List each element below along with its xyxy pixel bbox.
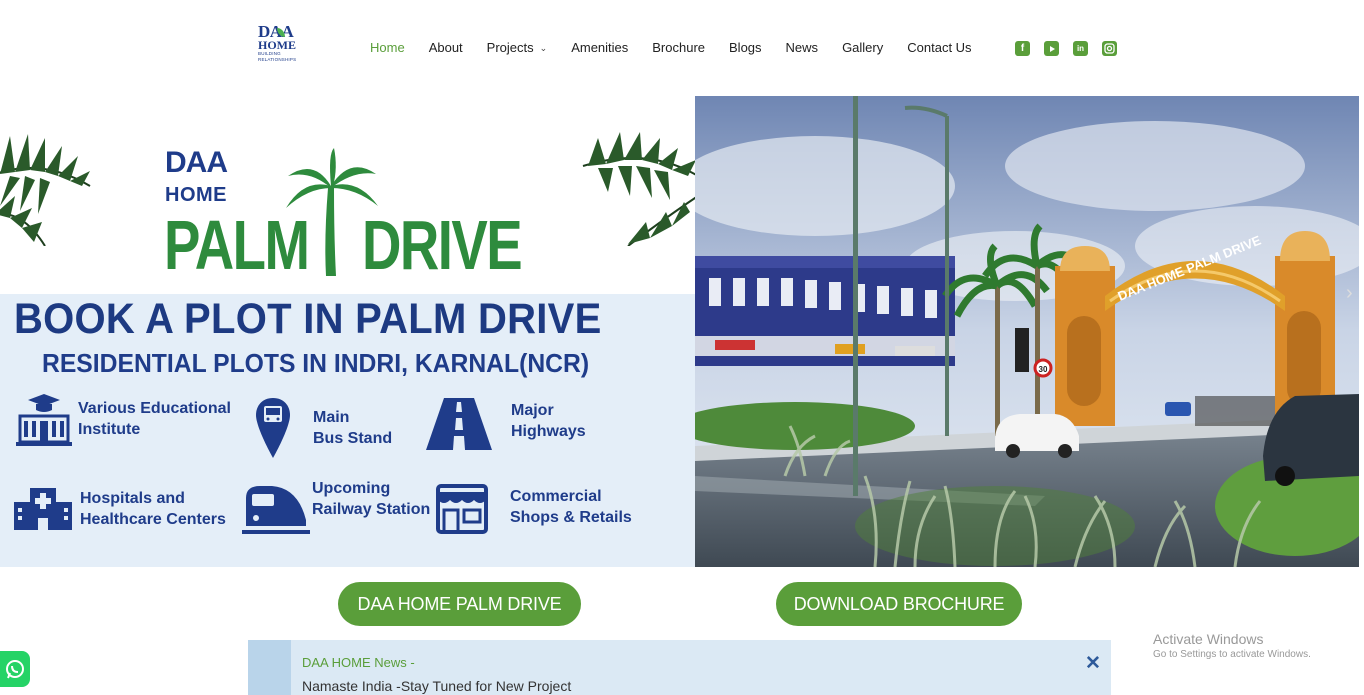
site-header: DAA HOME BUILDING RELATIONSHIPS Home Abo…	[0, 0, 1364, 96]
hero-image-gate: DAA HOME PALM DRIVE 30	[695, 96, 1359, 567]
banner-headline: BOOK A PLOT IN PALM DRIVE	[14, 295, 602, 343]
nav-about[interactable]: About	[429, 38, 463, 58]
feature-bus-line2: Bus Stand	[313, 430, 393, 447]
feature-hospitals-line2: Healthcare Centers	[80, 511, 226, 528]
banner-subheadline: RESIDENTIAL PLOTS IN INDRI, KARNAL(NCR)	[42, 348, 590, 378]
logo-tagline: BUILDING RELATIONSHIPS	[258, 51, 297, 62]
chevron-down-icon: ⌄	[539, 43, 548, 53]
feature-bus-stand: Main Bus Stand	[254, 396, 392, 460]
hero-banner-left: DAA HOME PALM DRIVE BOOK A PLOT IN PALM …	[0, 96, 695, 567]
train-icon	[242, 486, 310, 534]
feature-railway: Upcoming Railway Station	[242, 480, 430, 536]
feature-commercial-line2: Shops & Retails	[510, 509, 632, 526]
feature-education: Various Educational Institute	[14, 390, 231, 448]
feature-railway-line1: Upcoming	[312, 480, 391, 497]
nav-projects-label: Projects	[486, 40, 534, 55]
shop-icon	[436, 484, 488, 534]
nav-gallery[interactable]: Gallery	[842, 38, 883, 58]
news-strip	[248, 640, 291, 695]
palm-drive-button[interactable]: DAA HOME PALM DRIVE	[338, 582, 581, 626]
feature-education-line2: Institute	[78, 421, 141, 438]
page: DAA HOME BUILDING RELATIONSHIPS Home Abo…	[0, 0, 1364, 695]
feature-commercial: Commercial Shops & Retails	[434, 482, 632, 536]
feature-education-line1: Various Educational	[78, 400, 231, 417]
news-title: DAA HOME News -	[302, 655, 415, 670]
feature-commercial-line1: Commercial	[510, 488, 602, 505]
main-nav: Home About Projects ⌄ Amenities Brochure…	[370, 38, 996, 58]
brand-daa: DAA	[165, 146, 228, 179]
feature-railway-line2: Railway Station	[312, 501, 431, 518]
nav-news[interactable]: News	[786, 38, 819, 58]
feature-bus-line1: Main	[313, 409, 350, 426]
linkedin-icon[interactable]: in	[1073, 41, 1088, 56]
brand-drive: DRIVE	[362, 206, 523, 284]
news-ticker: DAA HOME News - Namaste India -Stay Tune…	[248, 640, 1111, 695]
nav-blogs[interactable]: Blogs	[729, 38, 762, 58]
feature-hospitals-line1: Hospitals and	[80, 490, 185, 507]
highway-icon	[426, 398, 492, 450]
nav-brochure[interactable]: Brochure	[652, 38, 705, 58]
instagram-icon[interactable]	[1102, 41, 1117, 56]
feature-highways-line2: Highways	[511, 423, 586, 440]
youtube-icon[interactable]	[1044, 41, 1059, 56]
feature-highways: Major Highways	[424, 396, 586, 452]
school-icon	[16, 394, 72, 446]
palm-leaf-left-icon	[0, 134, 91, 246]
whatsapp-icon[interactable]	[0, 651, 30, 687]
speed-sign-text: 30	[1039, 365, 1048, 374]
close-icon[interactable]: ✕	[1085, 652, 1101, 675]
nav-projects[interactable]: Projects ⌄	[487, 38, 548, 58]
brand-home: HOME	[165, 184, 227, 206]
logo-line2: HOME	[258, 38, 296, 52]
site-logo[interactable]: DAA HOME BUILDING RELATIONSHIPS	[258, 23, 310, 72]
news-text: Namaste India -Stay Tuned for New Projec…	[302, 678, 572, 694]
slider-next-arrow[interactable]: ›	[1346, 282, 1353, 305]
watermark-line2: Go to Settings to activate Windows.	[1153, 649, 1311, 660]
download-brochure-button[interactable]: DOWNLOAD BROCHURE	[776, 582, 1022, 626]
social-links: f in	[1015, 41, 1131, 56]
gate-render-image: DAA HOME PALM DRIVE 30	[695, 96, 1359, 567]
palm-leaf-right-icon	[582, 132, 695, 246]
facebook-icon[interactable]: f	[1015, 41, 1030, 56]
feature-hospitals: Hospitals and Healthcare Centers	[12, 486, 226, 532]
nav-contact[interactable]: Contact Us	[907, 38, 971, 58]
activate-windows-watermark: Activate Windows Go to Settings to activ…	[1153, 630, 1311, 662]
hospital-icon	[14, 488, 72, 530]
nav-amenities[interactable]: Amenities	[571, 38, 628, 58]
bus-stand-icon	[256, 398, 290, 458]
nav-home[interactable]: Home	[370, 38, 405, 58]
watermark-line1: Activate Windows	[1153, 631, 1264, 647]
feature-highways-line1: Major	[511, 402, 554, 419]
